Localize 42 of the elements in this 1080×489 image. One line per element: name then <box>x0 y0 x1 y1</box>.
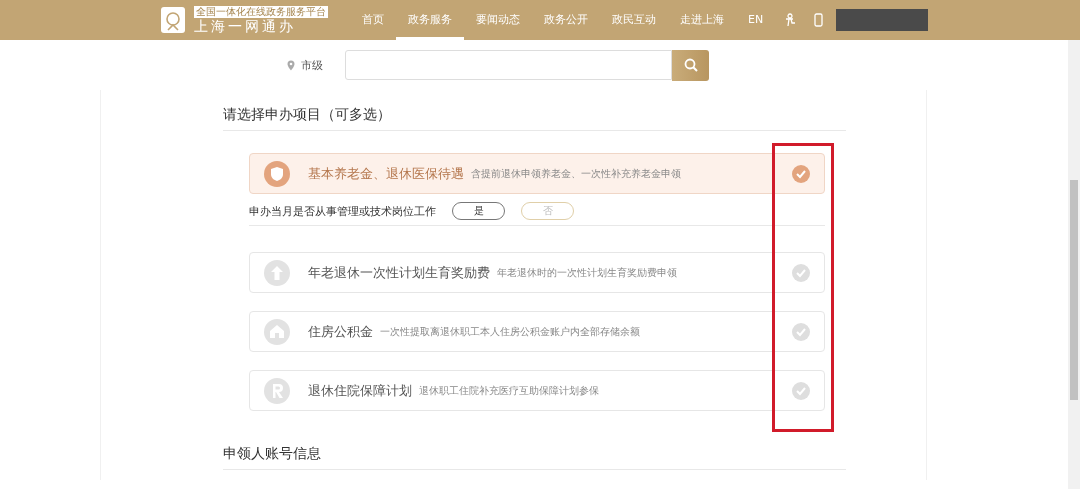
search-field[interactable] <box>345 50 672 80</box>
option-description: 年老退休时的一次性计划生育奖励费申领 <box>497 265 678 280</box>
check-icon[interactable] <box>792 263 810 282</box>
check-icon[interactable] <box>792 322 810 341</box>
nav-tab[interactable]: 要闻动态 <box>464 0 532 40</box>
scrollbar[interactable] <box>1068 40 1080 489</box>
option-title: 退休住院保障计划 <box>308 381 412 400</box>
nav-tab[interactable]: 政务公开 <box>532 0 600 40</box>
service-option[interactable]: 基本养老金、退休医保待遇 含提前退休申领养老金、一次性补充养老金申领 <box>249 153 825 194</box>
section-title: 请选择申办项目（可多选） <box>223 106 392 124</box>
check-icon[interactable] <box>792 164 810 183</box>
nav-tab[interactable]: 政民互动 <box>600 0 668 40</box>
answer-option[interactable]: 是 <box>452 202 505 220</box>
question-text: 申办当月是否从事管理或技术岗位工作 <box>249 203 436 219</box>
letter-icon <box>264 377 290 404</box>
section-title: 申领人账号信息 <box>223 445 322 463</box>
service-option[interactable]: 年老退休一次性计划生育奖励费 年老退休时的一次性计划生育奖励费申领 <box>249 252 825 293</box>
search-icon <box>683 58 698 72</box>
option-title: 基本养老金、退休医保待遇 <box>308 164 464 183</box>
check-icon[interactable] <box>792 381 810 400</box>
search-button[interactable] <box>672 49 709 81</box>
logo-icon <box>160 6 186 34</box>
option-description: 退休职工住院补充医疗互助保障计划参保 <box>419 383 600 398</box>
shield-icon <box>264 160 290 187</box>
service-option[interactable]: 退休住院保障计划 退休职工住院补充医疗互助保障计划参保 <box>249 370 825 411</box>
nav-tab[interactable]: 走进上海 <box>668 0 736 40</box>
option-title: 年老退休一次性计划生育奖励费 <box>308 263 490 282</box>
nav-tab[interactable]: 首页 <box>350 0 396 40</box>
logo-title: 上海一网通办 <box>194 17 297 35</box>
service-option[interactable]: 住房公积金 一次性提取离退休职工本人住房公积金账户内全部存储余额 <box>249 311 825 352</box>
location-pin-icon <box>287 59 295 71</box>
accessibility-icon[interactable] <box>784 13 797 27</box>
house-icon <box>264 318 290 345</box>
option-description: 含提前退休申领养老金、一次性补充养老金申领 <box>471 166 682 181</box>
nav-tab[interactable]: EN <box>736 0 776 40</box>
option-title: 住房公积金 <box>308 322 373 341</box>
nav-tab[interactable]: 政务服务 <box>396 0 464 40</box>
location-label[interactable]: 市级 <box>301 57 323 73</box>
option-description: 一次性提取离退休职工本人住房公积金账户内全部存储余额 <box>380 324 641 339</box>
scrollbar-thumb[interactable] <box>1070 180 1078 400</box>
logo-tagline: 全国一体化在线政务服务平台 <box>194 5 328 18</box>
phone-icon[interactable] <box>814 13 824 27</box>
